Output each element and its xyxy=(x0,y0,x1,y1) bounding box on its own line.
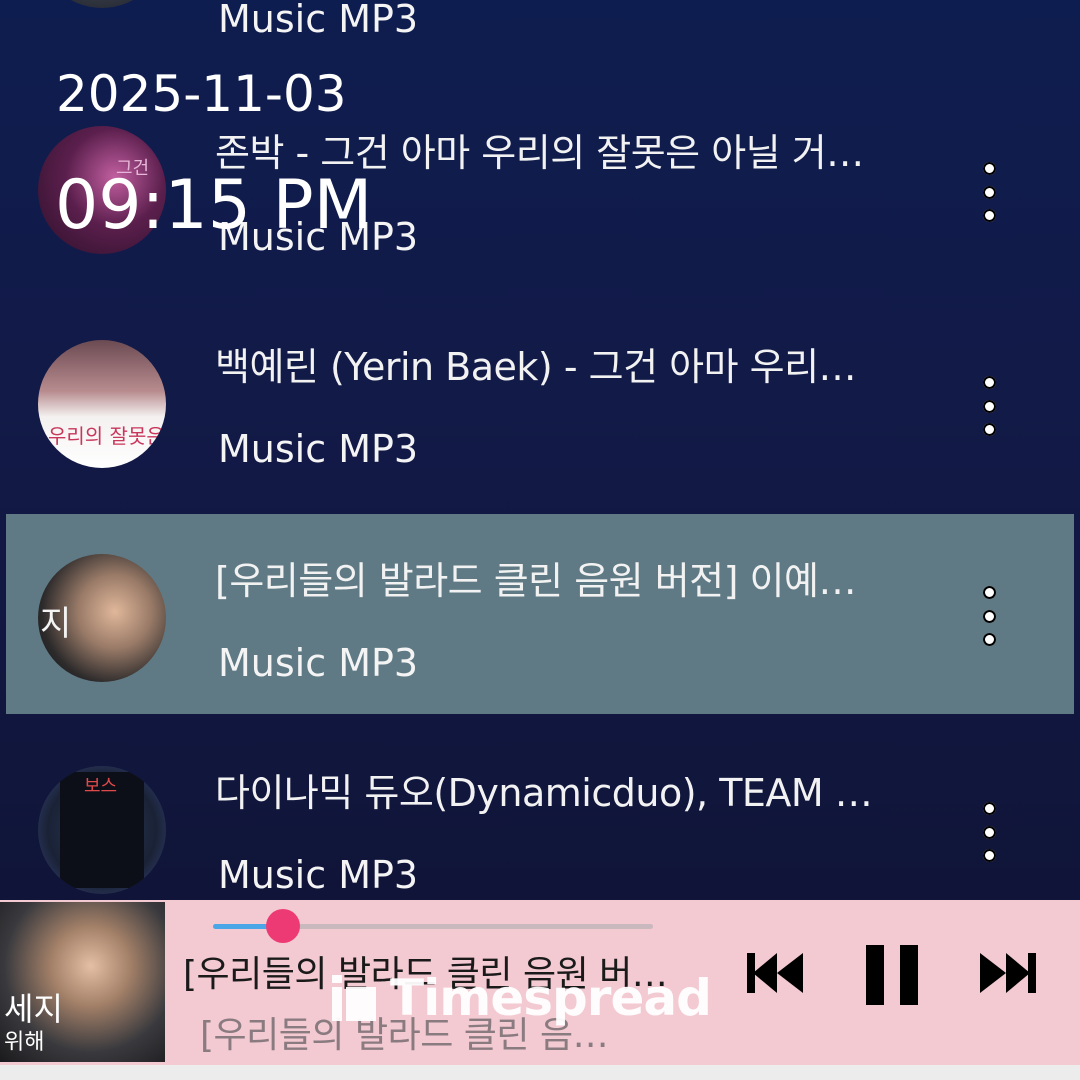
list-item[interactable]: 보스 다이나믹 듀오(Dynamicduo), TEAM … Music MP3 xyxy=(0,756,1080,900)
bottom-bar xyxy=(0,1065,1080,1080)
more-options-icon[interactable] xyxy=(972,376,1006,436)
track-title: 백예린 (Yerin Baek) - 그건 아마 우리… xyxy=(215,345,857,389)
more-options-icon[interactable] xyxy=(972,162,1006,222)
album-thumbnail: 우리의 잘못은 xyxy=(38,340,166,468)
track-list: ome Music MP3 그건 존박 - 그건 아마 우리의 잘못은 아닐 거… xyxy=(0,0,1080,900)
selection-highlight xyxy=(6,514,1074,714)
watermark-text: Timespread xyxy=(390,969,712,1027)
album-thumbnail: ome xyxy=(38,0,166,8)
progress-slider[interactable] xyxy=(213,909,653,943)
date-overlay: 2025-11-03 xyxy=(56,65,347,123)
next-button[interactable] xyxy=(978,945,1038,1006)
list-item-selected[interactable]: 지 [우리들의 발라드 클린 음원 버전] 이예… Music MP3 xyxy=(0,514,1080,728)
track-subtitle: Music MP3 xyxy=(218,641,419,685)
album-thumbnail: 보스 xyxy=(38,766,166,894)
previous-icon xyxy=(747,953,803,993)
track-subtitle: Music MP3 xyxy=(218,0,419,41)
watermark-logo-icon xyxy=(332,975,376,1021)
watermark: Timespread xyxy=(330,968,712,1028)
track-subtitle: Music MP3 xyxy=(218,427,419,471)
list-item[interactable]: 우리의 잘못은 백예린 (Yerin Baek) - 그건 아마 우리… Mus… xyxy=(0,330,1080,544)
track-subtitle: Music MP3 xyxy=(218,853,419,897)
pause-button[interactable] xyxy=(862,945,922,1012)
list-item[interactable]: ome Music MP3 xyxy=(0,0,1080,64)
time-overlay: 09:15 PM xyxy=(55,166,373,245)
track-title: 다이나믹 듀오(Dynamicduo), TEAM … xyxy=(215,771,873,815)
more-options-icon[interactable] xyxy=(972,802,1006,862)
album-thumbnail: 지 xyxy=(38,554,166,682)
previous-button[interactable] xyxy=(745,945,805,1006)
next-icon xyxy=(980,953,1036,993)
pause-icon xyxy=(866,945,918,1005)
more-options-icon[interactable] xyxy=(972,586,1006,646)
track-title: [우리들의 발라드 클린 음원 버전] 이예… xyxy=(215,559,856,603)
now-playing-artwork[interactable]: 세지 위해 xyxy=(0,902,165,1062)
progress-handle[interactable] xyxy=(266,909,301,943)
